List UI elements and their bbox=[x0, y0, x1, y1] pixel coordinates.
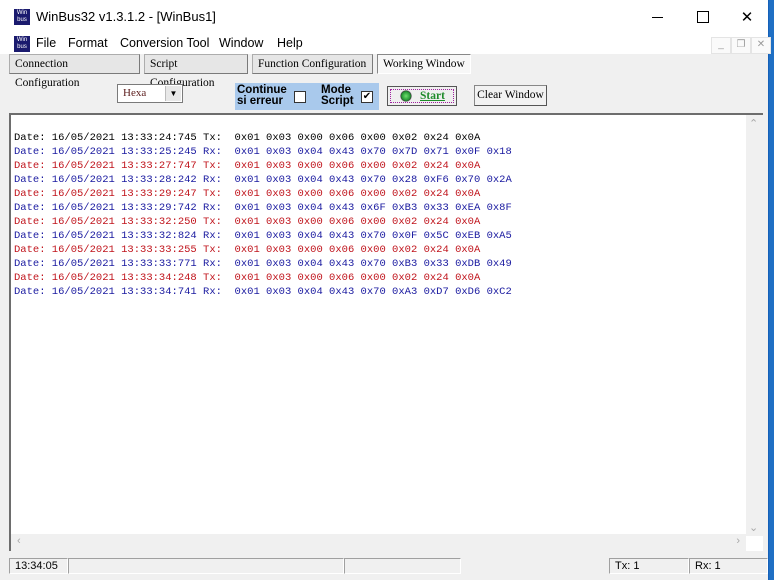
mode-script-checkbox[interactable]: ✔ bbox=[361, 91, 373, 103]
log-line: Date: 16/05/2021 13:33:34:248 Tx: 0x01 0… bbox=[14, 272, 481, 284]
minimize-button[interactable] bbox=[634, 0, 680, 34]
log-line: Date: 16/05/2021 13:33:28:242 Rx: 0x01 0… bbox=[14, 174, 512, 186]
options-panel: Continue si erreur Mode Script ✔ bbox=[235, 83, 379, 110]
mdi-close-button[interactable]: ✕ bbox=[751, 37, 771, 54]
log-line: Date: 16/05/2021 13:33:24:745 Tx: 0x01 0… bbox=[14, 132, 481, 144]
continue-on-error-label: Continue si erreur bbox=[237, 84, 287, 107]
scroll-right-icon[interactable]: › bbox=[736, 535, 740, 547]
status-rx-count: Rx: 1 bbox=[689, 558, 768, 574]
format-select[interactable]: Hexa ▼ bbox=[117, 84, 183, 103]
menu-help[interactable]: Help bbox=[277, 36, 303, 50]
status-bar: 13:34:05 Tx: 1 Rx: 1 bbox=[0, 556, 768, 576]
log-line: Date: 16/05/2021 13:33:29:247 Tx: 0x01 0… bbox=[14, 188, 481, 200]
close-button[interactable]: ✕ bbox=[724, 0, 770, 34]
tab-working-window[interactable]: Working Window bbox=[377, 54, 471, 74]
maximize-icon bbox=[697, 11, 709, 23]
minimize-icon: _ bbox=[718, 39, 724, 50]
restore-icon: ❐ bbox=[736, 39, 746, 50]
format-select-value: Hexa bbox=[123, 87, 147, 99]
tab-connection-configuration[interactable]: Connection Configuration bbox=[9, 54, 140, 89]
mdi-child-icon[interactable]: Win bus bbox=[14, 36, 30, 52]
log-line: Date: 16/05/2021 13:33:33:255 Tx: 0x01 0… bbox=[14, 244, 481, 256]
window-title: WinBus32 v1.3.1.2 - [WinBus1] bbox=[36, 9, 216, 24]
menu-bar: Win bus File Format Conversion Tool Windo… bbox=[0, 34, 771, 54]
close-icon: ✕ bbox=[756, 39, 766, 50]
log-lines: Date: 16/05/2021 13:33:24:745 Tx: 0x01 0… bbox=[14, 131, 512, 299]
log-line: Date: 16/05/2021 13:33:33:771 Rx: 0x01 0… bbox=[14, 258, 512, 270]
scroll-up-icon[interactable]: ⌃ bbox=[749, 117, 758, 130]
menu-format[interactable]: Format bbox=[68, 36, 108, 50]
minimize-icon bbox=[651, 16, 663, 18]
status-panel-empty-1 bbox=[68, 558, 344, 574]
log-line: Date: 16/05/2021 13:33:32:250 Tx: 0x01 0… bbox=[14, 216, 481, 228]
tab-script-configuration[interactable]: Script Configuration bbox=[144, 54, 248, 89]
horizontal-scrollbar[interactable]: ‹ › bbox=[11, 534, 746, 551]
status-panel-empty-2 bbox=[344, 558, 461, 574]
mode-script-label-line2: Script bbox=[321, 95, 354, 107]
title-bar: Win bus WinBus32 v1.3.1.2 - [WinBus1] ✕ bbox=[0, 0, 768, 34]
menu-file[interactable]: File bbox=[36, 36, 56, 50]
winbus-app-icon: Win bus bbox=[14, 9, 30, 25]
app-window: Win bus WinBus32 v1.3.1.2 - [WinBus1] ✕ W… bbox=[0, 0, 771, 580]
log-line: Date: 16/05/2021 13:33:32:824 Rx: 0x01 0… bbox=[14, 230, 512, 242]
maximize-button[interactable] bbox=[680, 0, 726, 34]
status-clock: 13:34:05 bbox=[9, 558, 68, 574]
continue-on-error-label-line2: si erreur bbox=[237, 95, 284, 107]
start-led-icon bbox=[400, 90, 412, 102]
scroll-left-icon[interactable]: ‹ bbox=[17, 535, 21, 547]
toolbar: Hexa ▼ Continue si erreur Mode Script ✔ … bbox=[0, 77, 768, 111]
mode-script-label: Mode Script bbox=[321, 84, 354, 107]
log-line: Date: 16/05/2021 13:33:34:741 Rx: 0x01 0… bbox=[14, 286, 512, 298]
tab-function-configuration[interactable]: Function Configuration bbox=[252, 54, 373, 74]
menu-window[interactable]: Window bbox=[219, 36, 263, 50]
checkmark-icon: ✔ bbox=[362, 91, 372, 102]
mdi-minimize-button[interactable]: _ bbox=[711, 37, 731, 54]
log-line: Date: 16/05/2021 13:33:25:245 Rx: 0x01 0… bbox=[14, 146, 512, 158]
scroll-down-icon[interactable]: ⌄ bbox=[749, 521, 758, 534]
tab-bar: Connection Configuration Script Configur… bbox=[0, 54, 768, 89]
continue-on-error-checkbox[interactable] bbox=[294, 91, 306, 103]
log-window[interactable]: Date: 16/05/2021 13:33:24:745 Tx: 0x01 0… bbox=[9, 113, 763, 551]
start-button-label: Start bbox=[420, 90, 445, 102]
vertical-scrollbar[interactable]: ⌃ ⌄ bbox=[746, 115, 763, 536]
start-button[interactable]: Start bbox=[387, 86, 457, 106]
mdi-restore-button[interactable]: ❐ bbox=[731, 37, 751, 54]
chevron-down-icon[interactable]: ▼ bbox=[165, 86, 181, 101]
close-icon: ✕ bbox=[740, 9, 754, 26]
clear-window-button[interactable]: Clear Window bbox=[474, 85, 547, 106]
status-tx-count: Tx: 1 bbox=[609, 558, 689, 574]
log-line: Date: 16/05/2021 13:33:29:742 Rx: 0x01 0… bbox=[14, 202, 512, 214]
log-line: Date: 16/05/2021 13:33:27:747 Tx: 0x01 0… bbox=[14, 160, 481, 172]
menu-conversion-tool[interactable]: Conversion Tool bbox=[120, 36, 209, 50]
